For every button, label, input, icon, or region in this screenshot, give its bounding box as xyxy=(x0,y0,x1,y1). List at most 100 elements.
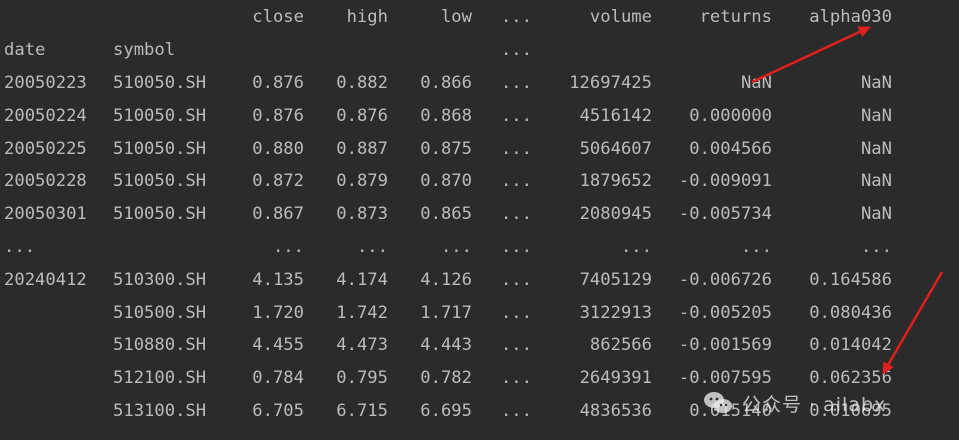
cell-date: 20050225 xyxy=(4,138,87,159)
cell-volume: 1879652 xyxy=(579,171,652,192)
cell-volume: 3122913 xyxy=(579,302,652,323)
cell-ellipsis: ... xyxy=(500,368,532,389)
cell-volume: 2649391 xyxy=(579,368,652,389)
cell-ellipsis: ... xyxy=(500,105,532,126)
cell-volume: 862566 xyxy=(589,335,652,356)
console-output: close high low ... volume returns alpha0… xyxy=(0,0,959,440)
cell-low: 0.868 xyxy=(420,105,472,126)
cell-returns: NaN xyxy=(740,73,772,93)
table-row: ........................ xyxy=(4,231,954,264)
column-header-low: low xyxy=(440,7,472,27)
cell-ellipsis: ... xyxy=(500,401,532,421)
cell-close: 0.876 xyxy=(252,73,304,93)
cell-alpha030: NaN xyxy=(860,105,892,126)
cell-close: 4.135 xyxy=(252,269,304,290)
cell-date: 20240412 xyxy=(4,269,87,290)
table-row: 510500.SH 1.720 1.742 1.717... 3122913 -0.005… xyxy=(4,297,954,330)
cell-date: 20050224 xyxy=(4,105,87,126)
table-row: 20050301 510050.SH 0.867 0.873 0.865... 20809… xyxy=(4,198,954,231)
watermark: 公众号 · ailabx xyxy=(702,388,886,418)
column-header-high: high xyxy=(346,7,388,27)
cell-returns: 0.000000 xyxy=(689,105,772,126)
cell-close: 6.705 xyxy=(252,401,304,421)
column-header-close: close xyxy=(252,7,304,27)
column-header-returns: returns xyxy=(699,7,772,27)
cell-alpha030: NaN xyxy=(860,204,892,225)
cell-returns: -0.005205 xyxy=(678,302,772,323)
cell-low: ... xyxy=(440,237,472,257)
cell-low: 0.866 xyxy=(420,73,472,93)
watermark-text: 公众号 · ailabx xyxy=(742,393,887,416)
cell-returns: -0.006726 xyxy=(678,269,772,290)
cell-close: 0.876 xyxy=(252,105,304,126)
cell-low: 4.126 xyxy=(420,269,472,290)
index-name-date: date xyxy=(4,40,46,60)
cell-alpha030: 0.080436 xyxy=(809,302,892,323)
column-header-volume: volume xyxy=(589,7,652,27)
cell-high: 6.715 xyxy=(336,401,388,421)
column-header-ellipsis: ... xyxy=(500,7,532,27)
table-row: 20050224 510050.SH 0.876 0.876 0.868... 45161… xyxy=(4,100,954,133)
cell-high: 4.174 xyxy=(336,269,388,290)
cell-date: ... xyxy=(4,237,36,257)
table-row: 510880.SH 4.455 4.473 4.443... 862566 -0.0015… xyxy=(4,329,954,362)
cell-alpha030: 0.164586 xyxy=(809,269,892,290)
cell-close: 0.880 xyxy=(252,138,304,159)
cell-low: 0.865 xyxy=(420,204,472,225)
index-name-symbol: symbol xyxy=(113,40,176,60)
cell-ellipsis: ... xyxy=(500,171,532,192)
cell-high: 0.879 xyxy=(336,171,388,192)
cell-volume: 4516142 xyxy=(579,105,652,126)
cell-high: 0.882 xyxy=(336,73,388,93)
cell-low: 1.717 xyxy=(420,302,472,323)
header-columns-row: close high low ... volume returns alpha0… xyxy=(4,1,954,34)
cell-returns: -0.009091 xyxy=(678,171,772,192)
cell-close: 0.872 xyxy=(252,171,304,192)
cell-volume: 4836536 xyxy=(579,401,652,421)
cell-ellipsis: ... xyxy=(500,269,532,290)
cell-ellipsis: ... xyxy=(500,237,532,257)
cell-close: 4.455 xyxy=(252,335,304,356)
table-row: 20050228 510050.SH 0.872 0.879 0.870... 18796… xyxy=(4,165,954,198)
cell-low: 0.875 xyxy=(420,138,472,159)
wechat-icon xyxy=(704,392,732,413)
cell-high: 0.876 xyxy=(336,105,388,126)
cell-alpha030: NaN xyxy=(860,138,892,159)
cell-close: 1.720 xyxy=(252,302,304,323)
cell-date: 20050223 xyxy=(4,73,87,93)
cell-returns: 0.004566 xyxy=(689,138,772,159)
cell-low: 0.870 xyxy=(420,171,472,192)
cell-high: 0.887 xyxy=(336,138,388,159)
cell-date: 20050301 xyxy=(4,204,87,225)
cell-volume: 5064607 xyxy=(579,138,652,159)
cell-low: 0.782 xyxy=(420,368,472,389)
cell-low: 4.443 xyxy=(420,335,472,356)
table-row: 20240412 510300.SH 4.135 4.174 4.126... 74051… xyxy=(4,264,954,297)
cell-high: 1.742 xyxy=(336,302,388,323)
cell-high: ... xyxy=(356,237,388,257)
cell-alpha030: ... xyxy=(860,237,892,257)
table-row: 20050223 510050.SH 0.876 0.882 0.866... 12697… xyxy=(4,67,954,100)
column-header-alpha030: alpha030 xyxy=(809,7,892,27)
cell-alpha030: NaN xyxy=(860,73,892,93)
table-row: 20050225 510050.SH 0.880 0.887 0.875... 50646… xyxy=(4,133,954,166)
cell-close: 0.867 xyxy=(252,204,304,225)
cell-ellipsis: ... xyxy=(500,302,532,323)
cell-ellipsis: ... xyxy=(500,335,532,356)
header-index-row: date symbol ... xyxy=(4,34,954,67)
cell-volume: 2080945 xyxy=(579,204,652,225)
cell-alpha030: NaN xyxy=(860,171,892,192)
cell-high: 0.873 xyxy=(336,204,388,225)
cell-volume: 12697425 xyxy=(569,73,652,93)
cell-returns: ... xyxy=(740,237,772,257)
cell-ellipsis: ... xyxy=(500,73,532,93)
cell-high: 4.473 xyxy=(336,335,388,356)
cell-date: 20050228 xyxy=(4,171,87,192)
cell-close: 0.784 xyxy=(252,368,304,389)
cell-returns: -0.001569 xyxy=(678,335,772,356)
cell-volume: ... xyxy=(620,237,652,257)
cell-ellipsis: ... xyxy=(500,138,532,159)
cell-alpha030: 0.014042 xyxy=(809,335,892,356)
cell-returns: -0.005734 xyxy=(678,204,772,225)
cell-ellipsis: ... xyxy=(500,204,532,225)
